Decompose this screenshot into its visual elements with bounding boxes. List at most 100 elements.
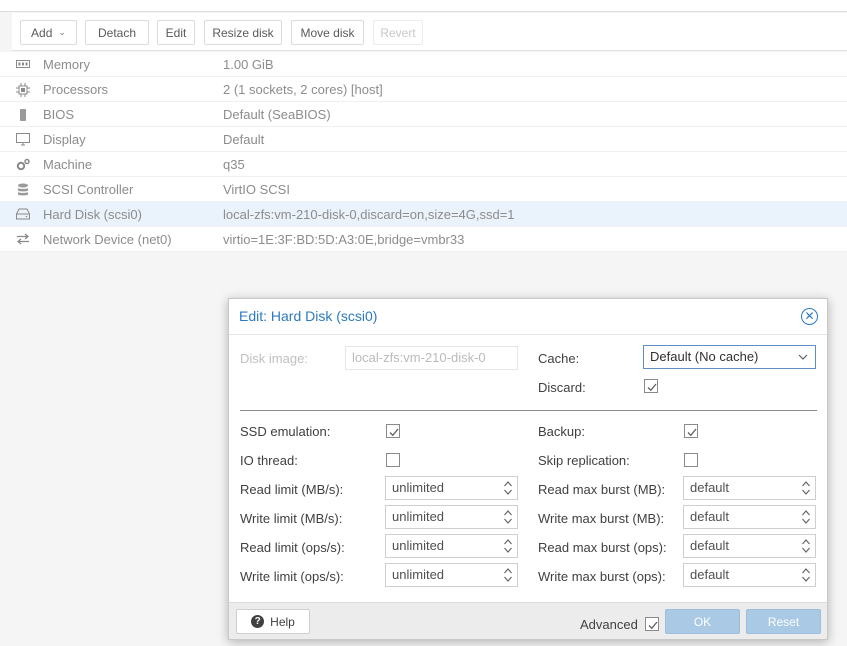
hardware-value: Default (SeaBIOS) bbox=[223, 106, 331, 122]
discard-label: Discard: bbox=[538, 380, 586, 395]
add-button[interactable]: Add ⌄ bbox=[20, 20, 77, 45]
hardware-name: Network Device (net0) bbox=[43, 231, 172, 247]
spinner-icon[interactable] bbox=[503, 537, 513, 555]
field-value: default bbox=[690, 567, 730, 582]
field-value: unlimited bbox=[392, 509, 445, 524]
hardware-name: BIOS bbox=[43, 106, 75, 122]
ssd-emulation-checkbox[interactable] bbox=[386, 424, 400, 438]
dialog-title: Edit: Hard Disk (scsi0) bbox=[239, 308, 378, 324]
backup-label: Backup: bbox=[538, 424, 585, 439]
hardware-row-bios[interactable]: BIOS Default (SeaBIOS) bbox=[0, 102, 847, 127]
chip-icon bbox=[15, 108, 31, 122]
disk-image-label: Disk image: bbox=[240, 351, 308, 366]
field-value: unlimited bbox=[392, 567, 445, 582]
hardware-name: Processors bbox=[43, 81, 109, 97]
chevron-down-icon bbox=[798, 346, 808, 377]
spinner-icon[interactable] bbox=[503, 566, 513, 584]
dialog-footer: ? Help Advanced OK Reset bbox=[229, 602, 827, 639]
monitor-icon bbox=[15, 133, 31, 147]
hardware-name: Display bbox=[43, 131, 86, 147]
add-label: Add bbox=[31, 25, 53, 40]
skip-replication-checkbox[interactable] bbox=[684, 453, 698, 467]
field-value: default bbox=[690, 480, 730, 495]
help-button[interactable]: ? Help bbox=[236, 609, 310, 634]
read-max-burst-mb-field[interactable]: default bbox=[683, 476, 816, 500]
read-limit-ops-field[interactable]: unlimited bbox=[385, 534, 518, 558]
hardware-value: 1.00 GiB bbox=[223, 56, 274, 72]
detach-button[interactable]: Detach bbox=[85, 20, 149, 45]
discard-checkbox[interactable] bbox=[644, 379, 658, 393]
advanced-checkbox[interactable] bbox=[645, 617, 659, 631]
write-limit-ops-field[interactable]: unlimited bbox=[385, 563, 518, 587]
skip-replication-label: Skip replication: bbox=[538, 453, 630, 468]
io-thread-label: IO thread: bbox=[240, 453, 298, 468]
revert-button[interactable]: Revert bbox=[373, 20, 423, 45]
hardware-row-hard-disk[interactable]: Hard Disk (scsi0) local-zfs:vm-210-disk-… bbox=[0, 202, 847, 227]
disk-image-field: local-zfs:vm-210-disk-0 bbox=[345, 346, 518, 370]
write-max-burst-mb-field[interactable]: default bbox=[683, 505, 816, 529]
hardware-row-scsi-controller[interactable]: SCSI Controller VirtIO SCSI bbox=[0, 177, 847, 202]
reset-button[interactable]: Reset bbox=[746, 609, 821, 634]
help-label: Help bbox=[270, 614, 295, 629]
hardware-row-network-device[interactable]: Network Device (net0) virtio=1E:3F:BD:5D… bbox=[0, 227, 847, 252]
top-panel-edge bbox=[0, 0, 847, 12]
hardware-row-processors[interactable]: Processors 2 (1 sockets, 2 cores) [host] bbox=[0, 77, 847, 102]
spinner-icon[interactable] bbox=[801, 566, 811, 584]
spinner-icon[interactable] bbox=[503, 479, 513, 497]
write-limit-mb-field[interactable]: unlimited bbox=[385, 505, 518, 529]
hardware-name: Hard Disk (scsi0) bbox=[43, 206, 142, 222]
read-limit-mb-field[interactable]: unlimited bbox=[385, 476, 518, 500]
hardware-grid: Memory 1.00 GiB Processors 2 (1 sockets,… bbox=[0, 52, 847, 252]
database-icon bbox=[15, 183, 31, 197]
question-icon: ? bbox=[251, 615, 265, 628]
spinner-icon[interactable] bbox=[503, 508, 513, 526]
hardware-name: Memory bbox=[43, 56, 90, 72]
hardware-row-machine[interactable]: Machine q35 bbox=[0, 152, 847, 177]
write-max-burst-mb-label: Write max burst (MB): bbox=[538, 511, 665, 526]
advanced-label: Advanced bbox=[580, 617, 638, 632]
cache-label: Cache: bbox=[538, 351, 580, 366]
hardware-value: local-zfs:vm-210-disk-0,discard=on,size=… bbox=[223, 206, 515, 222]
hardware-value: 2 (1 sockets, 2 cores) [host] bbox=[223, 81, 383, 97]
edit-button[interactable]: Edit bbox=[157, 20, 195, 45]
hardware-value: q35 bbox=[223, 156, 245, 172]
hardware-value: virtio=1E:3F:BD:5D:A3:0E,bridge=vmbr33 bbox=[223, 231, 465, 247]
move-disk-button[interactable]: Move disk bbox=[291, 20, 364, 45]
backup-checkbox[interactable] bbox=[684, 424, 698, 438]
cpu-icon bbox=[15, 83, 31, 97]
read-max-burst-ops-label: Read max burst (ops): bbox=[538, 540, 667, 555]
hardware-toolbar: Add ⌄ Detach Edit Resize disk Move disk R… bbox=[12, 13, 847, 51]
field-value: unlimited bbox=[392, 480, 445, 495]
field-value: default bbox=[690, 509, 730, 524]
hardware-row-memory[interactable]: Memory 1.00 GiB bbox=[0, 52, 847, 77]
write-limit-ops-label: Write limit (ops/s): bbox=[240, 569, 344, 584]
close-icon[interactable]: ✕ bbox=[801, 308, 818, 325]
section-divider bbox=[240, 410, 817, 411]
hardware-name: SCSI Controller bbox=[43, 181, 134, 197]
field-value: unlimited bbox=[392, 538, 445, 553]
spinner-icon[interactable] bbox=[801, 537, 811, 555]
cache-select[interactable]: Default (No cache) bbox=[643, 345, 816, 369]
hardware-value: VirtIO SCSI bbox=[223, 181, 290, 197]
ssd-emulation-label: SSD emulation: bbox=[240, 424, 331, 439]
dialog-header: Edit: Hard Disk (scsi0) ✕ bbox=[229, 299, 827, 335]
read-limit-mb-label: Read limit (MB/s): bbox=[240, 482, 344, 497]
resize-disk-button[interactable]: Resize disk bbox=[204, 20, 282, 45]
hardware-name: Machine bbox=[43, 156, 93, 172]
spinner-icon[interactable] bbox=[801, 479, 811, 497]
memory-icon bbox=[15, 58, 31, 72]
ok-button[interactable]: OK bbox=[665, 609, 740, 634]
spinner-icon[interactable] bbox=[801, 508, 811, 526]
hardware-row-display[interactable]: Display Default bbox=[0, 127, 847, 152]
hdd-icon bbox=[15, 208, 31, 222]
cache-value: Default (No cache) bbox=[650, 349, 759, 364]
write-max-burst-ops-field[interactable]: default bbox=[683, 563, 816, 587]
exchange-icon bbox=[15, 233, 31, 247]
write-max-burst-ops-label: Write max burst (ops): bbox=[538, 569, 666, 584]
read-max-burst-ops-field[interactable]: default bbox=[683, 534, 816, 558]
read-max-burst-mb-label: Read max burst (MB): bbox=[538, 482, 666, 497]
hardware-value: Default bbox=[223, 131, 265, 147]
io-thread-checkbox[interactable] bbox=[386, 453, 400, 467]
write-limit-mb-label: Write limit (MB/s): bbox=[240, 511, 343, 526]
chevron-down-icon: ⌄ bbox=[58, 27, 66, 37]
